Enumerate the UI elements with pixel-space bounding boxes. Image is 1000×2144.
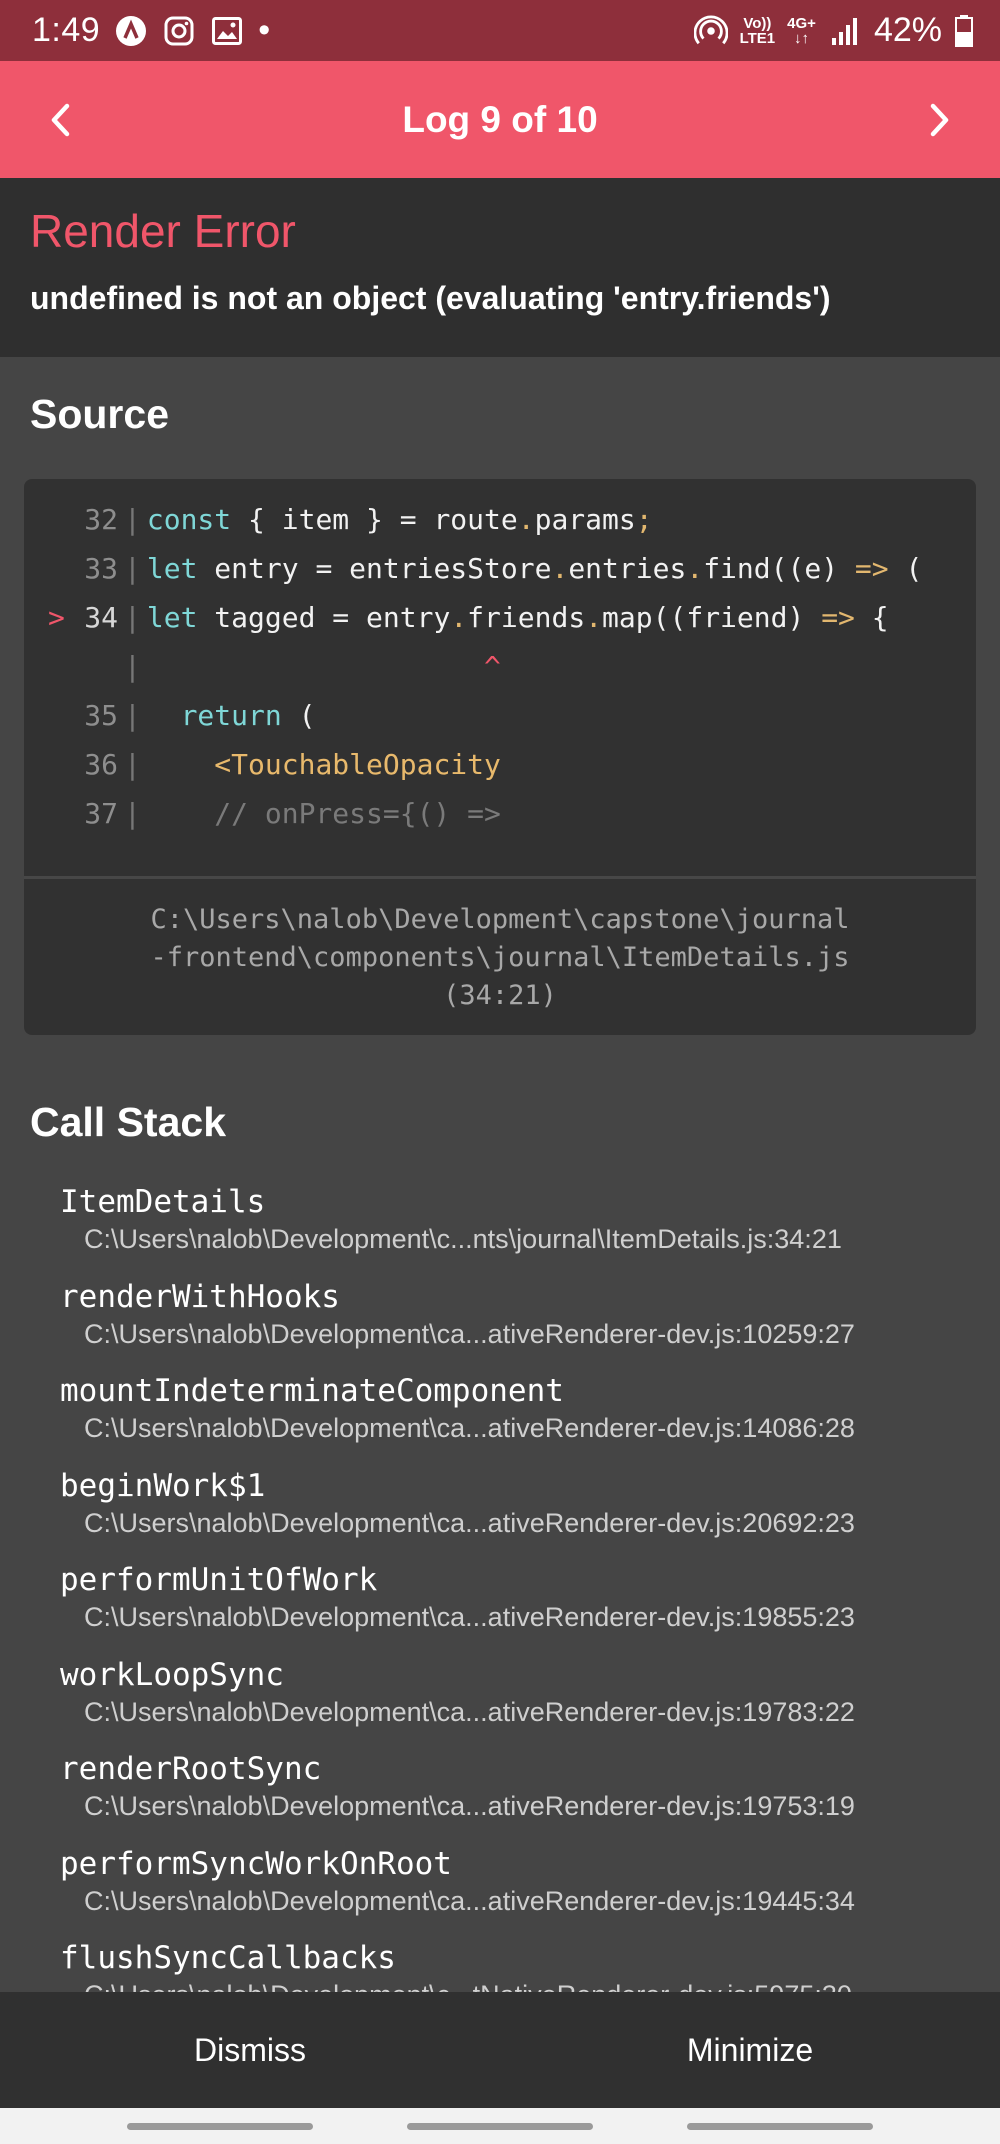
previous-log-button[interactable] <box>0 61 120 178</box>
path-line: C:\Users\nalob\Development\capstone\jour… <box>150 904 850 935</box>
frame-function: renderRootSync <box>60 1751 322 1787</box>
frame-function: renderWithHooks <box>60 1278 340 1315</box>
source-code-frame[interactable]: 32 | const { item } = route.params; 33 | let… <box>24 479 976 1035</box>
frame-location: C:\Users\nalob\Development\c...tNativeRe… <box>60 1978 960 1992</box>
path-line: -frontend\components\journal\ItemDetails… <box>150 942 850 973</box>
dismiss-button[interactable]: Dismiss <box>0 1992 500 2108</box>
frame-location: C:\Users\nalob\Development\ca...ativeRen… <box>84 1696 855 1727</box>
hotspot-icon <box>693 14 728 48</box>
line-number: 32 <box>84 503 118 536</box>
stack-frame[interactable]: renderWithHooks C:\Users\nalob\Developmen… <box>60 1277 960 1372</box>
volte-top: Vo)) <box>743 14 772 32</box>
code-lines: 32 | const { item } = route.params; 33 | let… <box>24 495 976 838</box>
a-app-icon <box>114 14 148 48</box>
stack-frame[interactable]: ItemDetails C:\Users\nalob\Development\c.… <box>60 1182 960 1277</box>
frame-location: C:\Users\nalob\Development\c...nts\journ… <box>84 1224 842 1254</box>
error-caret: ^ <box>484 650 501 683</box>
battery-icon <box>954 14 974 48</box>
error-type: Render Error <box>30 205 296 257</box>
volte-bottom: LTE1 <box>739 29 776 47</box>
data-arrows: ↓↑ <box>794 29 810 47</box>
battery-percent: 42% <box>873 11 942 49</box>
line-number: 36 <box>84 748 118 781</box>
frame-location: C:\Users\nalob\Development\ca...ativeRen… <box>84 1413 855 1443</box>
stack-frame[interactable]: renderRootSync C:\Users\nalob\Development… <box>60 1749 960 1844</box>
status-bar-right: Vo)) LTE1 4G+ ↓↑ 42% <box>693 11 974 50</box>
log-header: Log 9 of 10 <box>0 61 1000 178</box>
code-line-33: 33 | let entry = entriesStore.entries.find… <box>24 544 976 593</box>
frame-function: workLoopSync <box>60 1656 284 1693</box>
code-line-32: 32 | const { item } = route.params; <box>24 495 976 544</box>
instagram-icon <box>162 14 196 48</box>
line-number: 33 <box>84 552 118 585</box>
source-title: Source <box>30 391 169 437</box>
error-line-marker: > <box>48 601 65 634</box>
home-nav-handle[interactable] <box>407 2123 593 2130</box>
code-line-34: >34 | let tagged = entry.friends.map((frie… <box>24 593 976 642</box>
status-bar-left: 1:49 • <box>32 11 270 50</box>
frame-function: beginWork$1 <box>60 1467 266 1504</box>
error-summary: Render Error undefined is not an object … <box>0 178 1000 357</box>
frame-function: ItemDetails <box>60 1184 266 1220</box>
gallery-icon <box>210 14 244 48</box>
stack-frame[interactable]: mountIndeterminateComponent C:\Users\nalo… <box>60 1371 960 1466</box>
stack-frame[interactable]: workLoopSync C:\Users\nalob\Development\c… <box>60 1655 960 1750</box>
frame-location: C:\Users\nalob\Development\ca...ativeRen… <box>84 1791 855 1821</box>
frame-function: performSyncWorkOnRoot <box>60 1845 452 1882</box>
stack-frame[interactable]: performUnitOfWork C:\Users\nalob\Developm… <box>60 1560 960 1655</box>
stack-frame[interactable]: beginWork$1 C:\Users\nalob\Development\ca… <box>60 1466 960 1561</box>
error-message: undefined is not an object (evaluating '… <box>30 280 831 316</box>
code-line-37: 37 | // onPress={() => <box>24 789 976 838</box>
frame-function: mountIndeterminateComponent <box>60 1373 564 1409</box>
data-type: 4G+ <box>787 14 816 32</box>
call-stack-list: ItemDetails C:\Users\nalob\Development\c.… <box>60 1182 960 1992</box>
frame-location: C:\Users\nalob\Development\ca...ativeRen… <box>84 1602 855 1632</box>
log-footer: Dismiss Minimize <box>0 1992 1000 2108</box>
source-file-path[interactable]: C:\Users\nalob\Development\capstone\jour… <box>24 901 976 1015</box>
back-nav-handle[interactable] <box>687 2123 873 2130</box>
status-time: 1:49 <box>32 11 101 49</box>
log-content[interactable]: Source 32 | const { item } = route.params;… <box>0 357 1000 1992</box>
recents-nav-handle[interactable] <box>127 2123 313 2130</box>
status-bar: 1:49 • Vo)) LTE1 4G+ ↓↑ 42% <box>0 0 1000 61</box>
system-nav-bar <box>0 2108 1000 2144</box>
data-indicator: 4G+ ↓↑ <box>787 16 816 46</box>
chevron-left-icon <box>51 103 70 136</box>
next-log-button[interactable] <box>880 61 1000 178</box>
line-number: 37 <box>84 797 118 830</box>
stack-frame[interactable]: flushSyncCallbacks C:\Users\nalob\Develop… <box>60 1938 960 1992</box>
code-line-caret: | ^ <box>124 650 501 683</box>
path-line: (34:21) <box>443 980 557 1011</box>
call-stack-title: Call Stack <box>30 1099 226 1145</box>
chevron-right-icon <box>930 103 949 136</box>
volte-indicator: Vo)) LTE1 <box>740 16 776 46</box>
frame-location: C:\Users\nalob\Development\ca...ativeRen… <box>84 1885 855 1916</box>
notification-dot: • <box>258 11 271 49</box>
frame-location: C:\Users\nalob\Development\ca...ativeRen… <box>84 1318 855 1349</box>
log-title: Log 9 of 10 <box>402 98 598 140</box>
minimize-button[interactable]: Minimize <box>500 1992 1000 2108</box>
line-number: 35 <box>84 699 118 732</box>
frame-function: performUnitOfWork <box>60 1562 378 1598</box>
code-line-36: 36 | <TouchableOpacity <box>24 740 976 789</box>
frame-location: C:\Users\nalob\Development\ca...ativeRen… <box>84 1507 855 1538</box>
code-line-35: 35 | return ( <box>24 691 976 740</box>
signal-bars-icon <box>828 14 862 48</box>
code-divider <box>24 876 976 879</box>
stack-frame[interactable]: performSyncWorkOnRoot C:\Users\nalob\Deve… <box>60 1844 960 1939</box>
line-number: 34 <box>84 601 118 634</box>
frame-function: flushSyncCallbacks <box>60 1940 396 1976</box>
